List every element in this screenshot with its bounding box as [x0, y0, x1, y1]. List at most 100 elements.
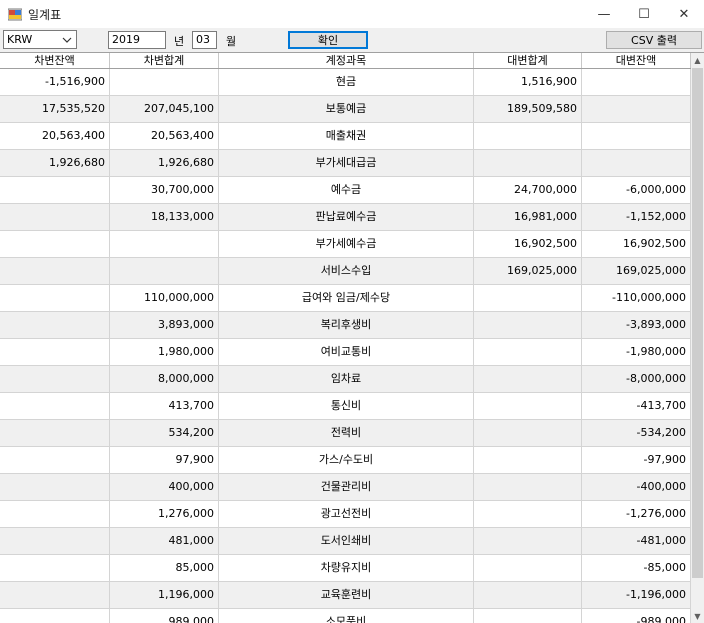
- credit-total-cell[interactable]: [474, 366, 582, 392]
- account-name-cell[interactable]: 차량유지비: [219, 555, 474, 581]
- account-name-cell[interactable]: 복리후생비: [219, 312, 474, 338]
- credit-balance-cell[interactable]: -1,980,000: [582, 339, 691, 365]
- table-row[interactable]: 85,000 차량유지비 -85,000: [0, 555, 691, 582]
- minimize-button[interactable]: —: [584, 0, 624, 28]
- debit-balance-cell[interactable]: [0, 555, 110, 581]
- debit-total-cell[interactable]: 207,045,100: [110, 96, 219, 122]
- debit-total-cell[interactable]: 1,926,680: [110, 150, 219, 176]
- credit-balance-cell[interactable]: [582, 150, 691, 176]
- credit-total-cell[interactable]: 189,509,580: [474, 96, 582, 122]
- account-name-cell[interactable]: 통신비: [219, 393, 474, 419]
- debit-balance-cell[interactable]: 1,926,680: [0, 150, 110, 176]
- account-name-cell[interactable]: 서비스수입: [219, 258, 474, 284]
- credit-total-cell[interactable]: 24,700,000: [474, 177, 582, 203]
- debit-balance-cell[interactable]: -1,516,900: [0, 69, 110, 95]
- debit-balance-cell[interactable]: [0, 528, 110, 554]
- debit-total-cell[interactable]: 534,200: [110, 420, 219, 446]
- credit-balance-cell[interactable]: [582, 69, 691, 95]
- credit-total-cell[interactable]: 16,981,000: [474, 204, 582, 230]
- credit-total-cell[interactable]: [474, 501, 582, 527]
- debit-total-cell[interactable]: 481,000: [110, 528, 219, 554]
- credit-total-cell[interactable]: 16,902,500: [474, 231, 582, 257]
- column-header-debit-total[interactable]: 차변합계: [110, 53, 219, 68]
- account-name-cell[interactable]: 부가세대급금: [219, 150, 474, 176]
- debit-balance-cell[interactable]: [0, 177, 110, 203]
- account-name-cell[interactable]: 가스/수도비: [219, 447, 474, 473]
- table-row[interactable]: 20,563,400 20,563,400 매출채권: [0, 123, 691, 150]
- account-name-cell[interactable]: 부가세예수금: [219, 231, 474, 257]
- account-name-cell[interactable]: 전력비: [219, 420, 474, 446]
- credit-balance-cell[interactable]: -85,000: [582, 555, 691, 581]
- table-row[interactable]: 서비스수입 169,025,000 169,025,000: [0, 258, 691, 285]
- account-name-cell[interactable]: 현금: [219, 69, 474, 95]
- debit-total-cell[interactable]: 110,000,000: [110, 285, 219, 311]
- column-header-debit-balance[interactable]: 차변잔액: [0, 53, 110, 68]
- debit-total-cell[interactable]: 1,276,000: [110, 501, 219, 527]
- account-name-cell[interactable]: 매출채권: [219, 123, 474, 149]
- account-name-cell[interactable]: 임차료: [219, 366, 474, 392]
- debit-balance-cell[interactable]: [0, 258, 110, 284]
- table-row[interactable]: 989,000 소모품비 -989,000: [0, 609, 691, 623]
- credit-total-cell[interactable]: [474, 447, 582, 473]
- debit-balance-cell[interactable]: 17,535,520: [0, 96, 110, 122]
- table-row[interactable]: 3,893,000 복리후생비 -3,893,000: [0, 312, 691, 339]
- debit-balance-cell[interactable]: [0, 582, 110, 608]
- credit-balance-cell[interactable]: 169,025,000: [582, 258, 691, 284]
- credit-balance-cell[interactable]: -534,200: [582, 420, 691, 446]
- column-header-credit-balance[interactable]: 대변잔액: [582, 53, 691, 68]
- credit-balance-cell[interactable]: [582, 123, 691, 149]
- credit-total-cell[interactable]: [474, 528, 582, 554]
- credit-total-cell[interactable]: [474, 312, 582, 338]
- debit-balance-cell[interactable]: [0, 231, 110, 257]
- debit-balance-cell[interactable]: [0, 420, 110, 446]
- scroll-up-icon[interactable]: ▲: [691, 53, 704, 67]
- table-row[interactable]: 534,200 전력비 -534,200: [0, 420, 691, 447]
- credit-total-cell[interactable]: [474, 339, 582, 365]
- credit-balance-cell[interactable]: -1,196,000: [582, 582, 691, 608]
- credit-balance-cell[interactable]: -6,000,000: [582, 177, 691, 203]
- table-row[interactable]: 1,980,000 여비교통비 -1,980,000: [0, 339, 691, 366]
- debit-total-cell[interactable]: 18,133,000: [110, 204, 219, 230]
- credit-total-cell[interactable]: [474, 609, 582, 623]
- scroll-down-icon[interactable]: ▼: [691, 609, 704, 623]
- credit-total-cell[interactable]: [474, 285, 582, 311]
- account-name-cell[interactable]: 보통예금: [219, 96, 474, 122]
- table-row[interactable]: 400,000 건물관리비 -400,000: [0, 474, 691, 501]
- credit-total-cell[interactable]: [474, 582, 582, 608]
- debit-total-cell[interactable]: 400,000: [110, 474, 219, 500]
- column-header-credit-total[interactable]: 대변합계: [474, 53, 582, 68]
- debit-balance-cell[interactable]: [0, 474, 110, 500]
- month-input[interactable]: 03: [192, 31, 217, 49]
- debit-total-cell[interactable]: [110, 69, 219, 95]
- year-input[interactable]: 2019: [108, 31, 166, 49]
- debit-balance-cell[interactable]: 20,563,400: [0, 123, 110, 149]
- debit-total-cell[interactable]: 97,900: [110, 447, 219, 473]
- credit-balance-cell[interactable]: -1,152,000: [582, 204, 691, 230]
- credit-total-cell[interactable]: [474, 420, 582, 446]
- debit-balance-cell[interactable]: [0, 501, 110, 527]
- currency-select[interactable]: KRW: [3, 30, 77, 49]
- account-name-cell[interactable]: 도서인쇄비: [219, 528, 474, 554]
- account-name-cell[interactable]: 광고선전비: [219, 501, 474, 527]
- credit-balance-cell[interactable]: -400,000: [582, 474, 691, 500]
- credit-balance-cell[interactable]: -110,000,000: [582, 285, 691, 311]
- credit-balance-cell[interactable]: -97,900: [582, 447, 691, 473]
- debit-balance-cell[interactable]: [0, 339, 110, 365]
- table-row[interactable]: 1,926,680 1,926,680 부가세대급금: [0, 150, 691, 177]
- debit-total-cell[interactable]: [110, 258, 219, 284]
- table-row[interactable]: 97,900 가스/수도비 -97,900: [0, 447, 691, 474]
- account-name-cell[interactable]: 예수금: [219, 177, 474, 203]
- credit-balance-cell[interactable]: -989,000: [582, 609, 691, 623]
- vertical-scrollbar[interactable]: ▲ ▼: [691, 53, 704, 623]
- credit-balance-cell[interactable]: [582, 96, 691, 122]
- credit-balance-cell[interactable]: -3,893,000: [582, 312, 691, 338]
- column-header-account[interactable]: 계정과목: [219, 53, 474, 68]
- debit-balance-cell[interactable]: [0, 447, 110, 473]
- debit-total-cell[interactable]: 1,980,000: [110, 339, 219, 365]
- debit-balance-cell[interactable]: [0, 204, 110, 230]
- account-name-cell[interactable]: 소모품비: [219, 609, 474, 623]
- debit-balance-cell[interactable]: [0, 312, 110, 338]
- credit-total-cell[interactable]: [474, 393, 582, 419]
- table-row[interactable]: 18,133,000 판납료예수금 16,981,000 -1,152,000: [0, 204, 691, 231]
- debit-total-cell[interactable]: [110, 231, 219, 257]
